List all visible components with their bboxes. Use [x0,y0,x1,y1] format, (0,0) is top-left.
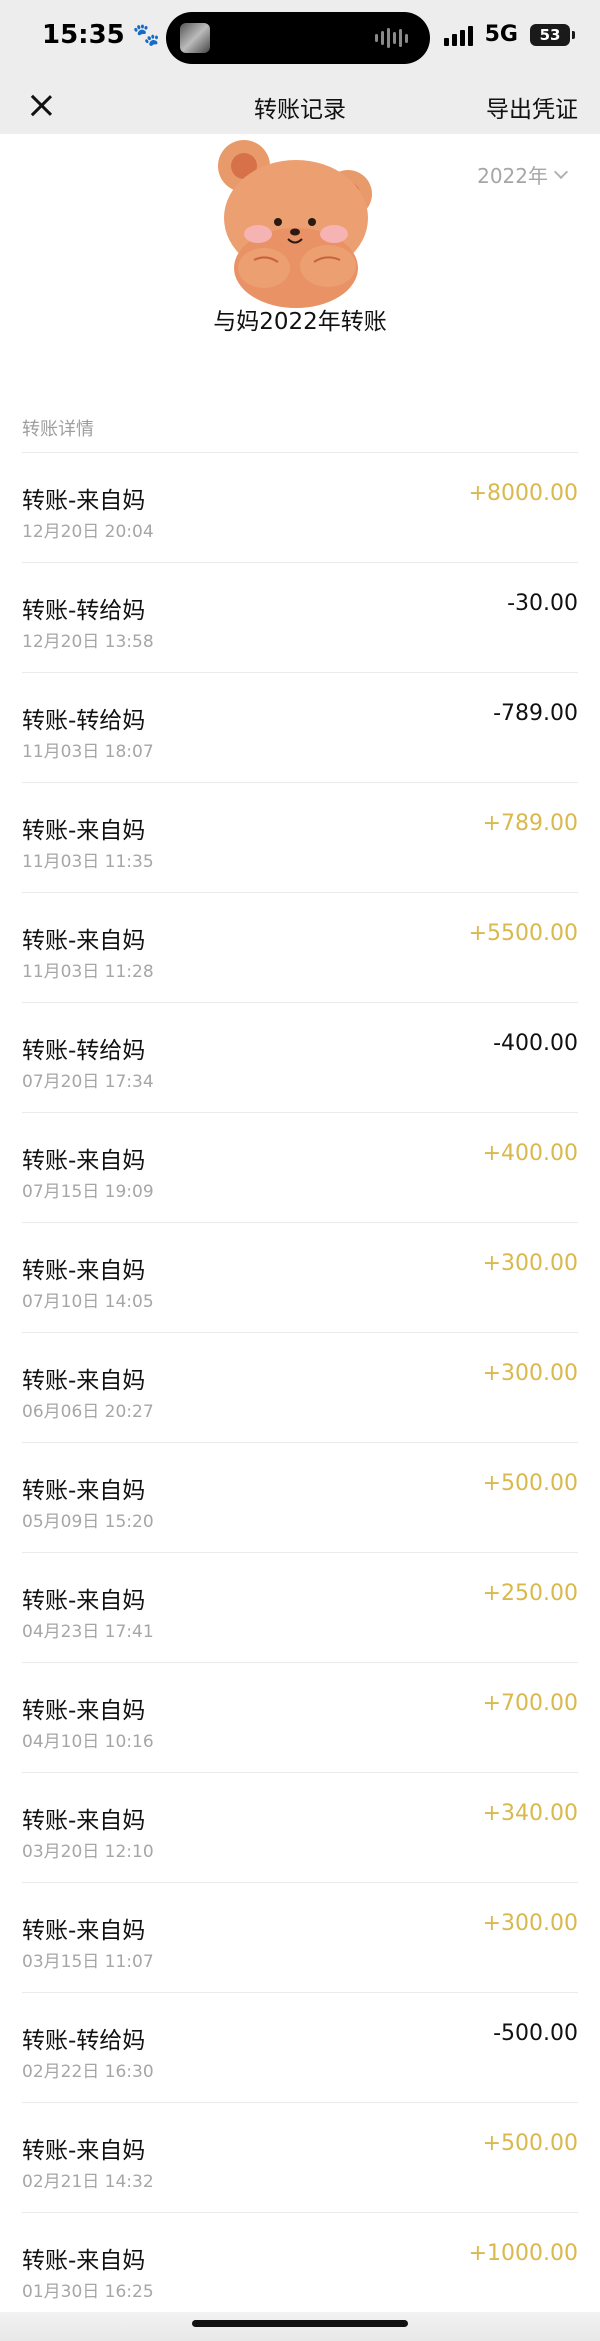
transfer-record-row[interactable]: 转账-来自妈 11月03日 11:35 +789.00 [22,782,578,892]
record-time: 06月06日 20:27 [22,1402,154,1422]
teddy-bear-sticker [218,140,372,308]
record-time: 02月22日 16:30 [22,2062,154,2082]
battery-icon: 53 [530,23,575,46]
record-time: 11月03日 11:35 [22,852,154,872]
record-amount: +300.00 [482,1911,578,1936]
record-title: 转账-来自妈 [22,818,146,844]
year-header: 2022年 与妈2022年转账 [0,134,600,404]
record-title: 转账-来自妈 [22,1478,146,1504]
record-title: 转账-来自妈 [22,2248,146,2274]
transfer-record-row[interactable]: 转账-转给妈 02月22日 16:30 -500.00 [22,1992,578,2102]
record-amount: -400.00 [493,1031,578,1056]
transfer-record-row[interactable]: 转账-来自妈 07月10日 14:05 +300.00 [22,1222,578,1332]
transfer-record-row[interactable]: 转账-来自妈 04月10日 10:16 +700.00 [22,1662,578,1772]
transfer-records-list: 转账-来自妈 12月20日 20:04 +8000.00 转账-转给妈 12月20日 1… [0,452,600,2322]
record-title: 转账-来自妈 [22,928,146,954]
record-amount: +250.00 [482,1581,578,1606]
transfer-record-row[interactable]: 转账-来自妈 06月06日 20:27 +300.00 [22,1332,578,1442]
transfer-record-row[interactable]: 转账-来自妈 03月20日 12:10 +340.00 [22,1772,578,1882]
transfer-record-row[interactable]: 转账-来自妈 11月03日 11:28 +5500.00 [22,892,578,1002]
record-title: 转账-转给妈 [22,2028,146,2054]
chevron-down-icon [553,164,569,180]
record-title: 转账-来自妈 [22,1588,146,1614]
record-amount: +5500.00 [468,921,578,946]
transfer-record-row[interactable]: 转账-转给妈 11月03日 18:07 -789.00 [22,672,578,782]
nav-bar: 转账记录 导出凭证 [0,76,600,134]
header-caption: 与妈2022年转账 [213,309,387,335]
record-title: 转账-来自妈 [22,1808,146,1834]
transfer-record-row[interactable]: 转账-来自妈 02月21日 14:32 +500.00 [22,2102,578,2212]
record-title: 转账-来自妈 [22,1368,146,1394]
record-title: 转账-来自妈 [22,488,146,514]
record-title: 转账-来自妈 [22,1698,146,1724]
record-amount: +700.00 [482,1691,578,1716]
battery-level: 53 [539,25,561,44]
paw-icon: 🐾 [132,22,161,48]
audio-waveform-icon [375,27,408,49]
record-amount: +789.00 [482,811,578,836]
record-time: 12月20日 20:04 [22,522,154,542]
record-time: 03月20日 12:10 [22,1842,154,1862]
record-amount: +1000.00 [468,2241,578,2266]
record-title: 转账-转给妈 [22,1038,146,1064]
transfer-record-row[interactable]: 转账-来自妈 07月15日 19:09 +400.00 [22,1112,578,1222]
now-playing-thumbnail [180,23,210,53]
status-indicators: 5G 53 [443,22,575,47]
record-time: 12月20日 13:58 [22,632,154,652]
transfer-record-row[interactable]: 转账-来自妈 05月09日 15:20 +500.00 [22,1442,578,1552]
record-time: 01月30日 16:25 [22,2282,154,2302]
record-amount: +400.00 [482,1141,578,1166]
home-indicator-area [0,2312,600,2341]
record-title: 转账-转给妈 [22,598,146,624]
record-amount: +300.00 [482,1361,578,1386]
record-time: 07月10日 14:05 [22,1292,154,1312]
record-time: 11月03日 11:28 [22,962,154,982]
record-title: 转账-来自妈 [22,1918,146,1944]
transfer-record-row[interactable]: 转账-来自妈 01月30日 16:25 +1000.00 [22,2212,578,2322]
record-time: 04月10日 10:16 [22,1732,154,1752]
record-time: 05月09日 15:20 [22,1512,154,1532]
home-indicator[interactable] [192,2320,408,2327]
record-amount: +500.00 [482,1471,578,1496]
record-time: 07月15日 19:09 [22,1182,154,1202]
record-time: 07月20日 17:34 [22,1072,154,1092]
record-title: 转账-来自妈 [22,1148,146,1174]
export-voucher-button[interactable]: 导出凭证 [486,90,578,124]
record-time: 11月03日 18:07 [22,742,154,762]
transfer-record-row[interactable]: 转账-来自妈 04月23日 17:41 +250.00 [22,1552,578,1662]
record-title: 转账-来自妈 [22,1258,146,1284]
record-amount: +340.00 [482,1801,578,1826]
transfer-record-row[interactable]: 转账-转给妈 12月20日 13:58 -30.00 [22,562,578,672]
status-bar: 15:35 🐾 5G 53 [0,0,600,76]
signal-strength-icon [443,24,473,46]
record-amount: +500.00 [482,2131,578,2156]
network-label: 5G [484,22,518,47]
year-selector[interactable]: 2022年 [477,160,569,189]
transfer-record-row[interactable]: 转账-来自妈 12月20日 20:04 +8000.00 [22,452,578,562]
dynamic-island [166,12,430,64]
transfer-record-row[interactable]: 转账-来自妈 03月15日 11:07 +300.00 [22,1882,578,1992]
record-amount: +300.00 [482,1251,578,1276]
record-time: 02月21日 14:32 [22,2172,154,2192]
record-amount: -30.00 [507,591,578,616]
record-time: 03月15日 11:07 [22,1952,154,1972]
record-title: 转账-来自妈 [22,2138,146,2164]
section-label: 转账详情 [22,419,94,440]
record-amount: -789.00 [493,701,578,726]
year-label: 2022年 [477,164,548,188]
status-time: 15:35 🐾 [42,20,160,50]
record-title: 转账-转给妈 [22,708,146,734]
record-amount: -500.00 [493,2021,578,2046]
record-amount: +8000.00 [468,481,578,506]
clock-label: 15:35 [42,20,125,50]
transfer-record-row[interactable]: 转账-转给妈 07月20日 17:34 -400.00 [22,1002,578,1112]
record-time: 04月23日 17:41 [22,1622,154,1642]
